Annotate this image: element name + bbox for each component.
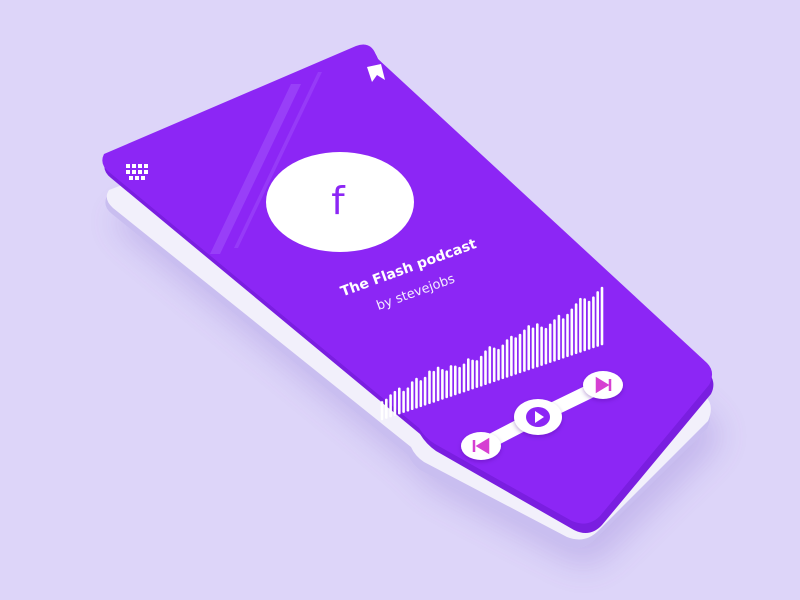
podcast-logo-letter: f	[331, 179, 346, 223]
app-scene: f The Flash podcast by stevejobs	[0, 0, 800, 600]
podcast-logo: f	[266, 152, 414, 252]
play-button[interactable]	[514, 399, 562, 435]
next-button[interactable]	[583, 371, 623, 399]
previous-button[interactable]	[461, 432, 501, 460]
podcast-player-illustration: f The Flash podcast by stevejobs	[102, 44, 714, 549]
